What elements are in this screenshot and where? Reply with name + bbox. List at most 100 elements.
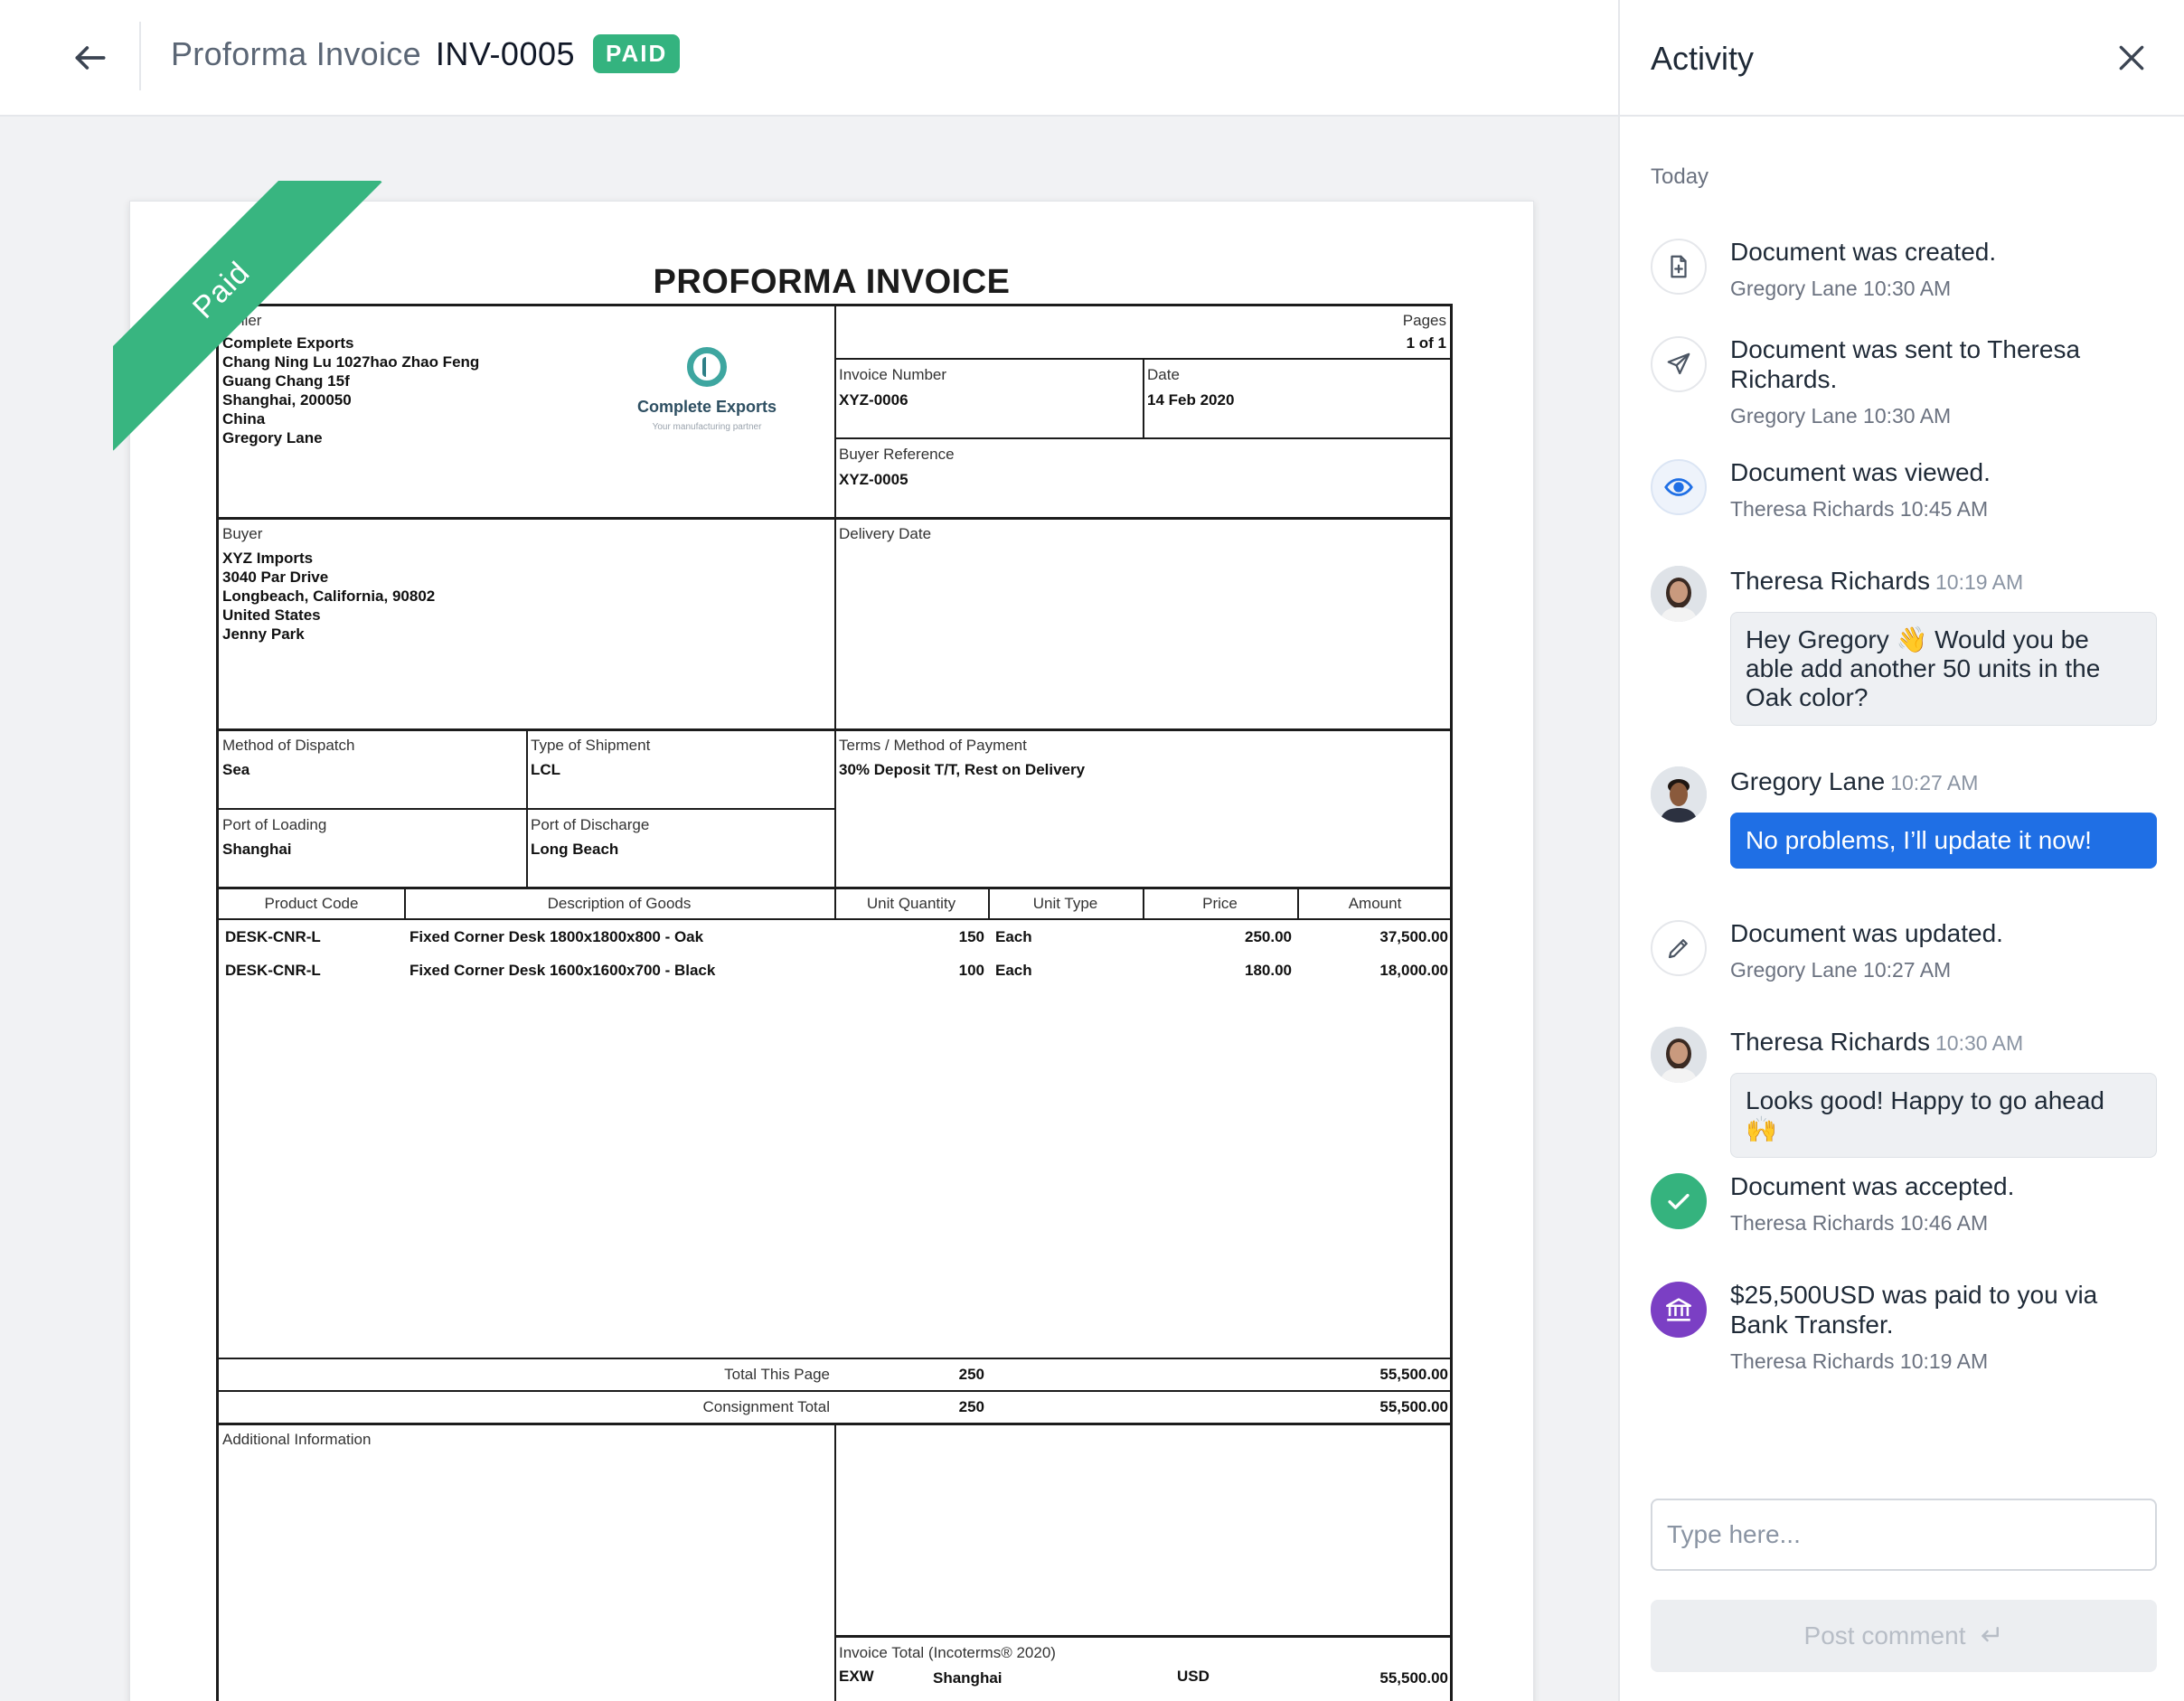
event-meta: Theresa Richards 10:45 AM	[1730, 496, 2157, 522]
event-meta: Theresa Richards 10:19 AM	[1730, 1349, 2157, 1374]
row-quantity: 150	[958, 928, 984, 945]
invoice-total-amount: 55,500.00	[1379, 1669, 1448, 1687]
event-title: Document was created.	[1730, 238, 1997, 266]
event-meta: Gregory Lane 10:27 AM	[1730, 957, 2157, 982]
header-divider	[139, 22, 141, 90]
currency: USD	[1177, 1668, 1210, 1685]
shipment-value: LCL	[531, 761, 561, 778]
column-header: Unit Type	[1032, 895, 1098, 912]
buyer-line: United States	[222, 606, 321, 624]
avatar	[1651, 766, 1707, 822]
additional-info-label: Additional Information	[222, 1431, 372, 1448]
consignment-label: Consignment Total	[702, 1398, 831, 1415]
comment-time: 10:19 AM	[1935, 570, 2024, 594]
document-type-label: Proforma Invoice	[171, 34, 421, 72]
port-discharge-label: Port of Discharge	[531, 816, 650, 833]
consignment-quantity: 250	[958, 1398, 984, 1415]
invoice-number-value: XYZ-0006	[839, 391, 908, 409]
activity-panel: Activity Today Document was created. Gre…	[1618, 0, 2184, 1701]
event-title: $25,500USD was paid to you via Bank Tran…	[1730, 1281, 2098, 1339]
dispatch-label: Method of Dispatch	[222, 737, 355, 754]
invoice-number: INV-0005	[435, 34, 576, 72]
divider	[219, 1358, 1453, 1359]
paid-ribbon-label: Paid	[113, 181, 382, 451]
buyer-line: Longbeach, California, 90802	[222, 587, 436, 605]
divider	[219, 517, 1453, 520]
comment-bubble: Hey Gregory 👋 Would you be able add anot…	[1730, 612, 2157, 726]
event-user: Gregory Lane	[1730, 404, 1858, 428]
buyer-label: Buyer	[222, 525, 263, 542]
row-product-code: DESK-CNR-L	[225, 962, 321, 979]
avatar	[1651, 1027, 1707, 1083]
avatar	[1651, 566, 1707, 622]
comment-input[interactable]	[1651, 1499, 2157, 1571]
event-user: Gregory Lane	[1730, 958, 1858, 982]
incoterm-value: EXW	[839, 1668, 874, 1685]
divider	[219, 808, 834, 810]
event-title: Document was updated.	[1730, 919, 2003, 947]
comment-author-line: Theresa Richards 10:30 AM	[1730, 1027, 2157, 1058]
paid-ribbon: Paid	[113, 181, 384, 452]
comment-author: Theresa Richards	[1730, 1028, 1930, 1056]
pencil-icon	[1651, 920, 1707, 976]
total-page-amount: 55,500.00	[1379, 1366, 1448, 1383]
row-price: 180.00	[1245, 962, 1292, 979]
document-header: Proforma Invoice INV-0005 PAID	[0, 0, 1618, 117]
page-title: Proforma Invoice INV-0005 PAID	[171, 34, 681, 73]
shipment-label: Type of Shipment	[531, 737, 651, 754]
file-plus-icon	[1651, 239, 1707, 295]
total-page-quantity: 250	[958, 1366, 984, 1383]
pages-label: Pages	[1402, 312, 1446, 329]
row-description: Fixed Corner Desk 1800x1800x800 - Oak	[410, 928, 704, 945]
delivery-date-label: Delivery Date	[839, 525, 932, 542]
divider	[834, 1423, 836, 1701]
buyer-line: 3040 Par Drive	[222, 569, 329, 586]
eye-icon	[1651, 459, 1707, 515]
row-price: 250.00	[1245, 928, 1292, 945]
logo-name: Complete Exports	[636, 398, 777, 416]
column-header: Description of Goods	[547, 895, 692, 912]
port-discharge-value: Long Beach	[531, 841, 619, 858]
event-time: 10:45 AM	[1899, 497, 1989, 521]
event-time: 10:27 AM	[1863, 958, 1952, 982]
divider	[834, 1635, 1453, 1638]
bank-icon	[1651, 1282, 1707, 1338]
row-quantity: 100	[958, 962, 984, 979]
divider	[1451, 1423, 1453, 1701]
post-comment-label: Post comment	[1803, 1621, 1966, 1649]
close-button[interactable]	[2108, 34, 2155, 81]
event-title: Document was sent to Theresa Richards.	[1730, 335, 2081, 393]
comment-author-line: Gregory Lane 10:27 AM	[1730, 766, 2157, 798]
day-label: Today	[1651, 164, 1709, 189]
column-header: Price	[1202, 895, 1238, 912]
divider	[219, 728, 1453, 731]
divider	[1143, 358, 1144, 437]
logo-mark-icon	[687, 347, 727, 387]
row-unit: Each	[995, 962, 1032, 979]
incoterm-place: Shanghai	[933, 1669, 1003, 1687]
invoice-form: Seller Complete Exports Chang Ning Lu 10…	[216, 304, 1453, 1701]
row-amount: 18,000.00	[1379, 962, 1448, 979]
consignment-amount: 55,500.00	[1379, 1398, 1448, 1415]
row-unit: Each	[995, 928, 1032, 945]
post-comment-button[interactable]: Post comment	[1651, 1600, 2157, 1672]
terms-value: 30% Deposit T/T, Rest on Delivery	[839, 761, 1086, 778]
arrow-left-icon	[75, 46, 106, 70]
comment-bubble: No problems, I’ll update it now!	[1730, 813, 2157, 869]
center-divider	[834, 306, 836, 889]
date-value: 14 Feb 2020	[1147, 391, 1235, 409]
send-icon	[1651, 336, 1707, 392]
event-time: 10:19 AM	[1899, 1349, 1989, 1373]
pages-value: 1 of 1	[1406, 334, 1446, 352]
event-title: Document was accepted.	[1730, 1172, 2015, 1200]
event-title: Document was viewed.	[1730, 458, 1991, 486]
column-header: Product Code	[264, 895, 359, 912]
terms-label: Terms / Method of Payment	[839, 737, 1027, 754]
event-meta: Gregory Lane 10:30 AM	[1730, 276, 2157, 301]
logo-tagline: Your manufacturing partner	[652, 422, 762, 432]
buyer-address: XYZ Imports 3040 Par Drive Longbeach, Ca…	[222, 549, 435, 644]
back-button[interactable]	[58, 31, 123, 85]
event-user: Theresa Richards	[1730, 1211, 1895, 1235]
check-icon	[1651, 1173, 1707, 1229]
event-time: 10:46 AM	[1899, 1211, 1989, 1235]
